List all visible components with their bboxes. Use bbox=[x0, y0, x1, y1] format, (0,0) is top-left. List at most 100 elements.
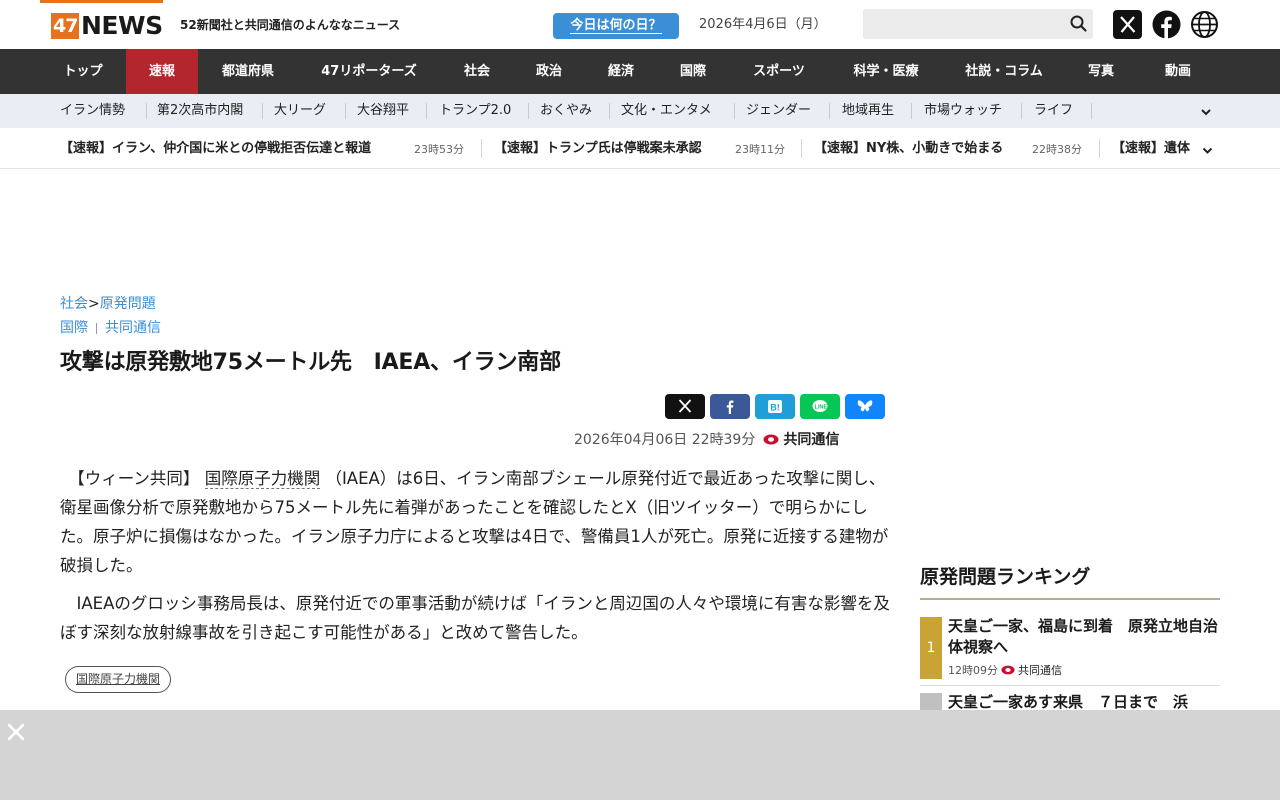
breadcrumb-separator: > bbox=[88, 296, 100, 312]
ranking-title: 原発問題ランキング bbox=[920, 566, 1091, 588]
ticker-time: 22時38分 bbox=[1032, 143, 1082, 156]
ticker-divider bbox=[481, 139, 482, 158]
article-source[interactable]: 共同通信 bbox=[783, 432, 839, 448]
article-paragraph: IAEAのグロッシ事務局長は、原発付近での軍事活動が続けば「イランと周辺国の人々… bbox=[60, 589, 890, 647]
nav-item-47reporters[interactable]: 47リポーターズ bbox=[305, 49, 433, 94]
breadcrumb-subcategory[interactable]: 原発問題 bbox=[100, 296, 156, 312]
nav-item-photos[interactable]: 写真 bbox=[1076, 49, 1126, 94]
nav-item-top[interactable]: トップ bbox=[44, 49, 122, 94]
ticker-headline[interactable]: 【速報】遺体 bbox=[1112, 140, 1196, 158]
ticker-time: 23時11分 bbox=[735, 143, 785, 156]
topic-item[interactable]: 文化・エンタメ bbox=[621, 102, 712, 120]
topic-divider bbox=[426, 103, 427, 119]
nav-item-editorials[interactable]: 社説・コラム bbox=[950, 49, 1058, 94]
today-in-history-label: 今日は何の日？ bbox=[570, 18, 662, 34]
nav-item-economy[interactable]: 経済 bbox=[591, 49, 651, 94]
ranking-item-time: 12時09分 bbox=[948, 664, 998, 677]
article-headline: 攻撃は原発敷地75メートル先 IAEA、イラン南部 bbox=[60, 350, 561, 375]
article-paragraph: 【ウィーン共同】 国際原子力機関 （IAEA）は6日、イラン南部ブシェール原発付… bbox=[60, 464, 890, 580]
ranking-rule bbox=[920, 598, 1220, 600]
nav-item-science[interactable]: 科学・医療 bbox=[838, 49, 934, 94]
facebook-icon bbox=[726, 400, 734, 414]
ticker-divider bbox=[801, 139, 802, 158]
topic-item[interactable]: ライフ bbox=[1034, 102, 1073, 120]
ticker-headline[interactable]: 【速報】NY株、小動きで始まる bbox=[814, 140, 1003, 158]
nav-item-prefectures[interactable]: 都道府県 bbox=[203, 49, 293, 94]
close-icon[interactable] bbox=[6, 722, 26, 742]
breadcrumb: 社会>原発問題 bbox=[60, 295, 156, 313]
ticker-headline[interactable]: 【速報】トランプ氏は停戦案未承認 bbox=[494, 140, 702, 158]
breadcrumb-category[interactable]: 社会 bbox=[60, 296, 88, 312]
search-icon[interactable] bbox=[1069, 14, 1089, 34]
hatena-share-button[interactable]: B! bbox=[755, 394, 795, 419]
chevron-down-icon[interactable] bbox=[1201, 142, 1214, 155]
facebook-share-button[interactable] bbox=[710, 394, 750, 419]
site-tagline: 52新聞社と共同通信のよんななニュース bbox=[180, 18, 401, 32]
topic-divider bbox=[528, 103, 529, 119]
line-share-button[interactable]: LINE bbox=[800, 394, 840, 419]
keyword-tag[interactable]: 国際原子力機関 bbox=[65, 666, 172, 693]
nav-item-breaking[interactable]: 速報 bbox=[126, 49, 198, 94]
topic-divider bbox=[1021, 103, 1022, 119]
logo-accent-bar bbox=[40, 0, 163, 3]
article-datetime: 2026年04月06日 22時39分 bbox=[574, 432, 756, 448]
ranking-item-meta: 12時09分 共同通信 bbox=[948, 662, 1062, 680]
keyword-link[interactable]: 国際原子力機関 bbox=[204, 469, 321, 489]
paragraph-text: IAEAのグロッシ事務局長は、原発付近での軍事活動が続けば「イランと周辺国の人々… bbox=[60, 594, 890, 642]
svg-text:B!: B! bbox=[770, 403, 780, 413]
ticker-headline[interactable]: 【速報】イラン、仲介国に米との停戦拒否伝達と報道 bbox=[60, 140, 371, 158]
nav-item-videos[interactable]: 動画 bbox=[1153, 49, 1203, 94]
topic-divider bbox=[609, 103, 610, 119]
kyodo-logo-icon bbox=[763, 434, 779, 445]
search-input[interactable] bbox=[863, 9, 1093, 39]
chevron-down-icon[interactable] bbox=[1199, 104, 1213, 118]
logo-number: 47 bbox=[51, 13, 80, 39]
ranking-item-title[interactable]: 天皇ご一家、福島に到着 原発立地自治体視察へ bbox=[948, 616, 1220, 658]
topic-item[interactable]: イラン情勢 bbox=[60, 102, 125, 120]
topic-item[interactable]: トランプ2.0 bbox=[439, 102, 511, 120]
bottom-ad-overlay bbox=[0, 710, 1280, 800]
topic-divider bbox=[262, 103, 263, 119]
current-date: 2026年4月6日（月） bbox=[699, 17, 827, 32]
ranking-item-source: 共同通信 bbox=[1018, 664, 1062, 677]
x-icon[interactable] bbox=[1113, 10, 1142, 39]
topic-item[interactable]: ジェンダー bbox=[746, 102, 811, 120]
ticker-time: 23時53分 bbox=[414, 143, 464, 156]
source-link[interactable]: 共同通信 bbox=[105, 320, 161, 336]
topic-item[interactable]: 市場ウォッチ bbox=[924, 102, 1002, 120]
main-nav: トップ 速報 都道府県 47リポーターズ 社会 政治 経済 国際 スポーツ 科学… bbox=[0, 49, 1280, 94]
site-header: 47 NEWS 52新聞社と共同通信のよんななニュース 今日は何の日？ 2026… bbox=[0, 0, 1280, 49]
globe-icon[interactable] bbox=[1190, 10, 1219, 39]
hatena-icon: B! bbox=[768, 400, 782, 413]
article-labels: 国際 共同通信 bbox=[60, 319, 161, 337]
topic-nav: イラン情勢 第2次高市内閣 大リーグ 大谷翔平 トランプ2.0 おくやみ 文化・… bbox=[0, 94, 1280, 128]
dateline: 【ウィーン共同】 bbox=[76, 469, 200, 488]
kyodo-logo-icon bbox=[1001, 665, 1015, 675]
rank-number: 1 bbox=[920, 617, 942, 679]
topic-divider bbox=[345, 103, 346, 119]
ranking-divider bbox=[920, 685, 1220, 686]
topic-item[interactable]: 地域再生 bbox=[842, 102, 894, 120]
bluesky-icon bbox=[857, 400, 873, 412]
label-divider bbox=[96, 322, 97, 334]
facebook-icon[interactable] bbox=[1152, 10, 1181, 39]
today-in-history-button[interactable]: 今日は何の日？ bbox=[553, 13, 679, 39]
topic-item[interactable]: 大谷翔平 bbox=[357, 102, 409, 120]
nav-item-sports[interactable]: スポーツ bbox=[739, 49, 819, 94]
x-share-button[interactable] bbox=[665, 394, 705, 419]
nav-item-international[interactable]: 国際 bbox=[663, 49, 723, 94]
site-logo[interactable]: 47 NEWS bbox=[40, 0, 163, 49]
topic-divider bbox=[829, 103, 830, 119]
topic-divider bbox=[146, 103, 147, 119]
nav-item-politics[interactable]: 政治 bbox=[519, 49, 579, 94]
logo-text: NEWS bbox=[81, 11, 163, 40]
section-link[interactable]: 国際 bbox=[60, 320, 88, 336]
bluesky-share-button[interactable] bbox=[845, 394, 885, 419]
topic-item[interactable]: 大リーグ bbox=[274, 102, 326, 120]
svg-text:LINE: LINE bbox=[815, 404, 828, 410]
topic-divider bbox=[911, 103, 912, 119]
nav-item-society[interactable]: 社会 bbox=[447, 49, 507, 94]
ticker-divider bbox=[1099, 139, 1100, 158]
topic-item[interactable]: おくやみ bbox=[540, 102, 592, 120]
topic-item[interactable]: 第2次高市内閣 bbox=[157, 102, 243, 120]
